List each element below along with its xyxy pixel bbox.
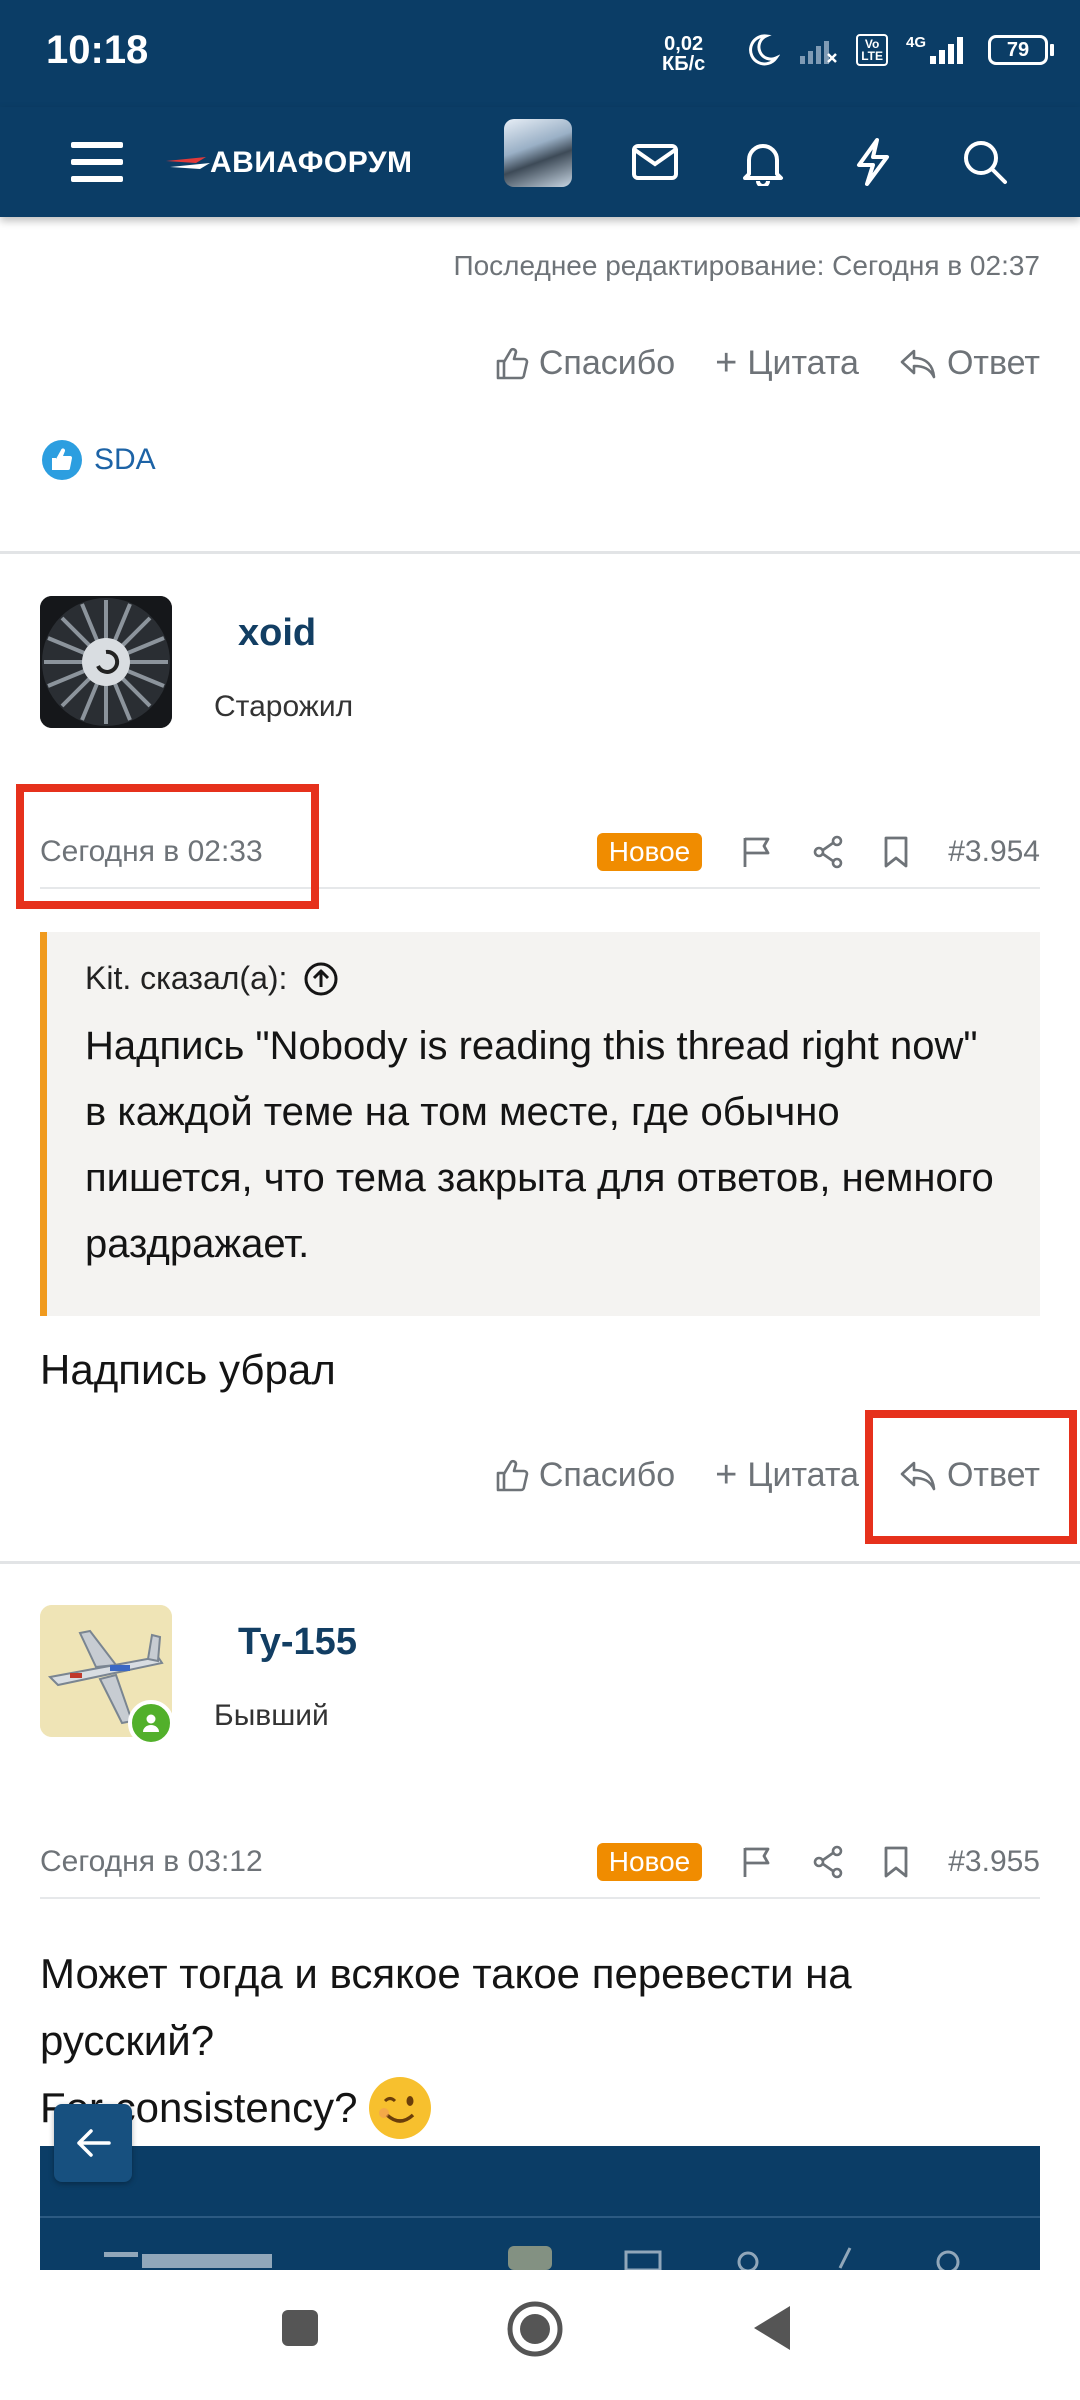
reaction-user[interactable]: SDA <box>94 443 156 477</box>
alerts-button[interactable] <box>728 107 798 217</box>
bookmark-icon[interactable] <box>882 1845 910 1879</box>
bolt-icon <box>857 138 889 186</box>
bell-icon <box>743 144 783 186</box>
thanks-button[interactable]: Спасибо <box>495 1456 675 1495</box>
post-text: Может тогда и всякое такое перевести на … <box>40 1940 1040 2141</box>
mail-icon <box>632 144 678 180</box>
thanks-button[interactable]: Спасибо <box>495 344 675 383</box>
thanks-label: Спасибо <box>538 344 676 382</box>
quote-header[interactable]: Kit. сказал(а): <box>85 960 1040 997</box>
quote-label: Цитата <box>747 1456 859 1494</box>
share-icon[interactable] <box>812 1845 844 1879</box>
quote-text: Надпись "Nobody is reading this thread r… <box>85 1024 994 1266</box>
user-avatar-button[interactable] <box>504 119 572 187</box>
system-navigation-bar <box>0 2270 1080 2400</box>
battery-icon: 79 <box>988 35 1054 65</box>
app-header: АВИАФОРУМ <box>0 107 1080 217</box>
username-tu155[interactable]: Ту-155 <box>238 1621 357 1664</box>
volte-icon: Vo LTE <box>856 34 888 66</box>
battery-level: 79 <box>988 35 1048 65</box>
highlight-post-date <box>16 784 319 909</box>
share-icon[interactable] <box>812 835 844 869</box>
like-reaction-icon <box>42 440 82 480</box>
plus-icon: + <box>715 1454 738 1496</box>
moon-icon <box>749 34 781 66</box>
triangle-back-icon <box>754 2306 790 2350</box>
report-flag-icon[interactable] <box>740 835 774 869</box>
wink-emoji-icon <box>369 2076 432 2139</box>
post-text-line: For consistency? <box>40 2074 1040 2141</box>
user-title: Бывший <box>214 1699 329 1732</box>
inbox-button[interactable] <box>620 107 690 217</box>
jet-engine-avatar <box>40 596 172 728</box>
online-status-icon <box>128 1700 174 1746</box>
logo-wing-icon <box>166 157 210 169</box>
back-to-top-button[interactable] <box>54 2104 132 2182</box>
menu-icon <box>71 142 123 182</box>
highlight-reply-button <box>865 1410 1077 1544</box>
post-date[interactable]: Сегодня в 03:12 <box>40 1845 263 1879</box>
search-icon <box>964 141 1007 184</box>
new-badge: Новое <box>596 833 703 871</box>
thanks-label: Спасибо <box>538 1456 676 1494</box>
reaction-summary[interactable]: SDA <box>42 440 156 480</box>
site-logo[interactable]: АВИАФОРУМ <box>166 135 413 191</box>
post-number[interactable]: #3.954 <box>948 835 1040 869</box>
post-meta: Сегодня в 03:12 Новое #3.955 <box>40 1832 1040 1892</box>
avatar-xoid[interactable] <box>40 596 172 728</box>
last-edited-note: Последнее редактирование: Сегодня в 02:3… <box>453 250 1040 281</box>
home-circle-icon <box>507 2301 563 2357</box>
username-xoid[interactable]: xoid <box>238 612 316 655</box>
status-time: 10:18 <box>46 28 149 72</box>
bookmark-icon[interactable] <box>882 835 910 869</box>
new-badge: Новое <box>596 1843 703 1881</box>
post-divider <box>0 1561 1080 1564</box>
embed-header-icons <box>104 2246 960 2270</box>
cell-signal-icon: 4G <box>906 34 970 66</box>
quote-block: Kit. сказал(а): Надпись "Nobody is readi… <box>40 932 1040 1316</box>
logo-text: АВИАФОРУМ <box>210 146 413 179</box>
arrow-left-icon <box>77 2129 111 2157</box>
recents-button[interactable] <box>280 2308 320 2353</box>
whats-new-button[interactable] <box>838 107 908 217</box>
back-button[interactable] <box>752 2304 792 2357</box>
meta-separator <box>40 1897 1040 1899</box>
report-flag-icon[interactable] <box>740 1845 774 1879</box>
thumbs-up-icon <box>496 347 529 379</box>
quote-button[interactable]: + Цитата <box>715 1454 859 1497</box>
prev-post-actions: Спасибо + Цитата Ответ <box>495 342 1040 385</box>
home-button[interactable] <box>506 2300 564 2363</box>
square-icon <box>282 2310 318 2346</box>
post-text-line: русский? <box>40 2017 215 2064</box>
reply-label: Ответ <box>946 344 1040 382</box>
net-type: 4G <box>905 34 926 51</box>
net-speed: 0,02 КБ/с <box>662 34 705 74</box>
quote-author: Kit. сказал(а): <box>85 960 288 996</box>
volte-bottom: LTE <box>861 49 883 63</box>
thumbs-up-icon <box>496 1459 529 1491</box>
reply-icon <box>900 349 936 378</box>
wifi-off-signal-icon <box>800 41 838 64</box>
reply-button[interactable]: Ответ <box>899 344 1040 383</box>
status-bar: 10:18 0,02 КБ/с Vo LTE 4G 79 <box>0 0 1080 107</box>
menu-button[interactable] <box>62 107 132 217</box>
user-title: Старожил <box>214 690 354 723</box>
arrow-up-circle-icon[interactable] <box>303 961 339 997</box>
net-speed-value: 0,02 <box>664 33 704 55</box>
status-icons: Vo LTE 4G 79 <box>744 32 1054 68</box>
embedded-screenshot[interactable] <box>40 2146 1040 2270</box>
post-divider <box>0 551 1080 554</box>
net-speed-unit: КБ/с <box>662 53 706 75</box>
quote-label: Цитата <box>747 344 859 382</box>
quote-button[interactable]: + Цитата <box>715 342 859 385</box>
post-text-line: Может тогда и всякое такое перевести на <box>40 1950 852 1997</box>
search-button[interactable] <box>950 107 1020 217</box>
plus-icon: + <box>715 342 738 384</box>
post-number[interactable]: #3.955 <box>948 1845 1040 1879</box>
post-text: Надпись убрал <box>40 1346 336 1393</box>
